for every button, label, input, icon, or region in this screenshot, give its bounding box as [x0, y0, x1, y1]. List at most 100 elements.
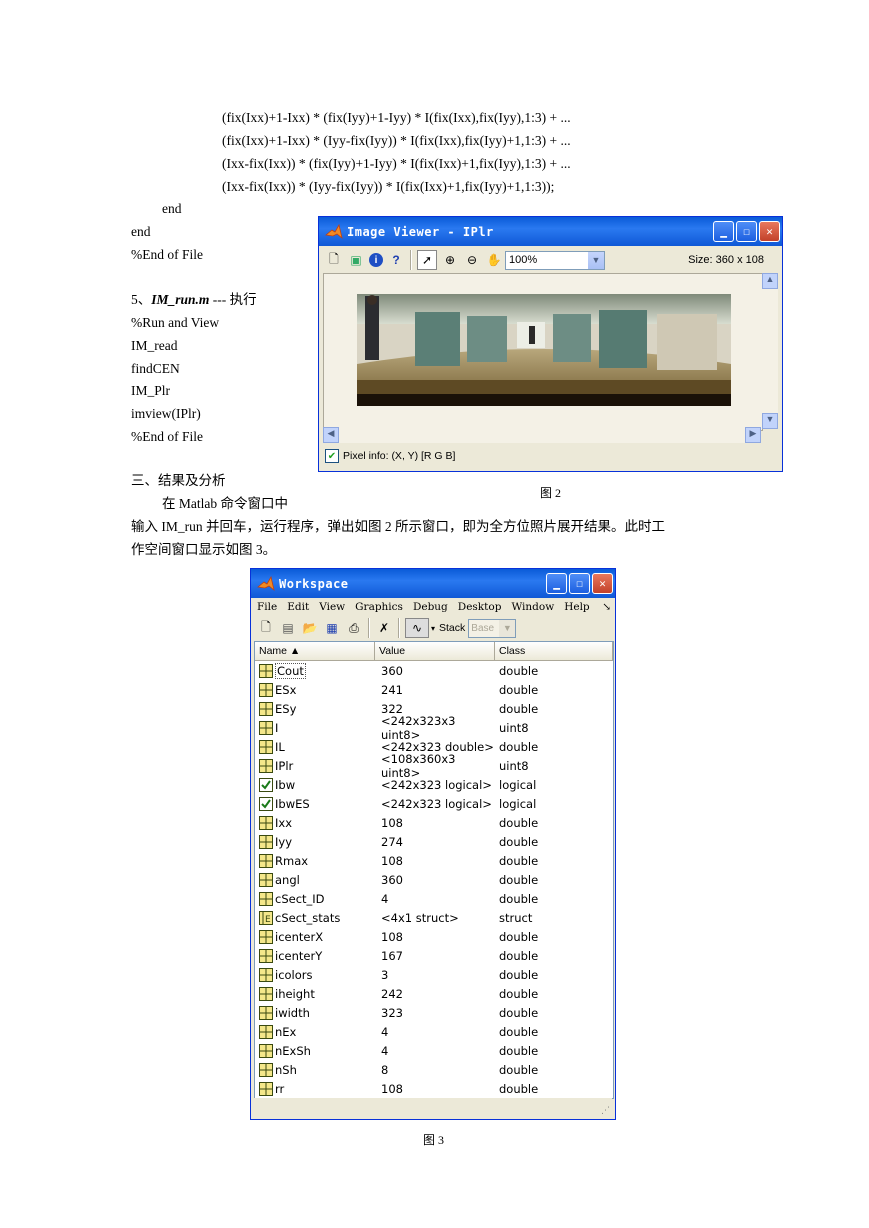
scroll-up-icon[interactable]: ▲	[762, 273, 778, 289]
table-row[interactable]: Iyy 274 double	[255, 832, 613, 851]
matrix-variable-icon	[259, 872, 275, 887]
scroll-down-icon[interactable]: ▼	[762, 413, 778, 429]
image-viewer-title: Image Viewer - IPlr	[347, 224, 494, 239]
dock-arrow-icon[interactable]: ↘	[602, 601, 611, 613]
menu-desktop[interactable]: Desktop	[458, 601, 502, 613]
paragraph-line-2: 输入 IM_run 并回车，运行程序，弹出如图 2 所示窗口，即为全方位照片展开…	[131, 519, 665, 534]
menu-graphics[interactable]: Graphics	[355, 601, 403, 613]
section5-number: 5、	[131, 292, 152, 307]
info-icon[interactable]: i	[369, 253, 383, 267]
table-row[interactable]: I <242x323x3 uint8> uint8	[255, 714, 613, 742]
menu-file[interactable]: File	[257, 601, 277, 613]
table-row[interactable]: ESx 241 double	[255, 680, 613, 699]
variable-class: double	[499, 1005, 539, 1020]
new-variable-icon[interactable]: 🗋	[257, 619, 275, 637]
menu-debug[interactable]: Debug	[413, 601, 448, 613]
column-name-header[interactable]: Name ▲	[255, 642, 375, 660]
variable-value: 360	[381, 872, 403, 887]
image-info-icon[interactable]: ▣	[347, 251, 365, 269]
vertical-scrollbar[interactable]: ▲ ▼	[762, 273, 778, 429]
variable-value: 8	[381, 1062, 389, 1077]
plot-dropdown-icon[interactable]: ▾	[431, 624, 435, 633]
variable-class: double	[499, 1024, 539, 1039]
plot-icon[interactable]: ∿	[405, 618, 429, 638]
delete-icon[interactable]: ✗	[375, 619, 393, 637]
variable-name: nExSh	[275, 1043, 311, 1058]
table-row[interactable]: nExSh 4 double	[255, 1041, 613, 1060]
variable-value: 108	[381, 929, 403, 944]
menu-help[interactable]: Help	[564, 601, 589, 613]
variable-value: 3	[381, 967, 389, 982]
import-data-icon[interactable]: ▤	[279, 619, 297, 637]
matrix-variable-icon	[259, 758, 275, 773]
table-row[interactable]: IbwES <242x323 logical> logical	[255, 794, 613, 813]
scroll-left-icon[interactable]: ◀	[323, 427, 339, 443]
maximize-button[interactable]: ☐	[736, 221, 757, 242]
minimize-button[interactable]: ▁	[546, 573, 567, 594]
menu-edit[interactable]: Edit	[287, 601, 309, 613]
print-icon[interactable]: ⎙	[345, 619, 363, 637]
maximize-button[interactable]: ☐	[569, 573, 590, 594]
image-viewer-titlebar[interactable]: Image Viewer - IPlr ▁ ☐ ✕	[319, 217, 782, 246]
menu-window[interactable]: Window	[511, 601, 554, 613]
horizontal-scrollbar[interactable]: ◀ ▶	[323, 427, 761, 443]
variable-value: 4	[381, 1043, 389, 1058]
column-class-header[interactable]: Class	[495, 642, 613, 660]
workspace-titlebar[interactable]: Workspace ▁ ☐ ✕	[251, 569, 615, 598]
variable-name: ESx	[275, 682, 297, 697]
section5-heading: 5、IM_run.m --- 执行	[131, 292, 257, 308]
matrix-variable-icon	[259, 682, 275, 697]
help-icon[interactable]: ?	[387, 251, 405, 269]
new-figure-icon[interactable]: 🗋	[325, 251, 343, 269]
table-row[interactable]: Ixx 108 double	[255, 813, 613, 832]
open-folder-icon[interactable]: 📂	[301, 619, 319, 637]
variable-class: double	[499, 815, 539, 830]
variable-value: 108	[381, 815, 403, 830]
table-row[interactable]: icenterY 167 double	[255, 946, 613, 965]
code-eof: %End of File	[131, 247, 203, 262]
table-row[interactable]: iheight 242 double	[255, 984, 613, 1003]
table-body: Cout 360 double ESx 241 double ESy 322 double I <2…	[255, 661, 613, 1098]
pointer-icon[interactable]: ➚	[417, 250, 437, 270]
table-row[interactable]: cSect_ID 4 double	[255, 889, 613, 908]
variable-value: 241	[381, 682, 403, 697]
table-row[interactable]: EcSect_stats <4x1 struct> struct	[255, 908, 613, 927]
zoom-select[interactable]: 100% ▼	[505, 250, 605, 270]
minimize-button[interactable]: ▁	[713, 221, 734, 242]
table-row[interactable]: nEx 4 double	[255, 1022, 613, 1041]
table-row[interactable]: nSh 8 double	[255, 1060, 613, 1079]
table-row[interactable]: Rmax 108 double	[255, 851, 613, 870]
status-bar: ⋰	[254, 1098, 612, 1116]
matrix-variable-icon	[259, 929, 275, 944]
stack-select[interactable]: Base ▼	[468, 618, 517, 638]
table-row[interactable]: angl 360 double	[255, 870, 613, 889]
zoom-out-icon[interactable]: ⊖	[463, 251, 481, 269]
pan-hand-icon[interactable]: ✋	[485, 251, 503, 269]
table-row[interactable]: IPlr <108x360x3 uint8> uint8	[255, 752, 613, 780]
table-row[interactable]: Ibw <242x323 logical> logical	[255, 775, 613, 794]
svg-text:E: E	[265, 915, 271, 925]
matrix-variable-icon	[259, 834, 275, 849]
table-row[interactable]: icenterX 108 double	[255, 927, 613, 946]
variable-name: rr	[275, 1081, 285, 1096]
table-row[interactable]: Cout 360 double	[255, 661, 613, 680]
variable-value: 242	[381, 986, 403, 1001]
zoom-in-icon[interactable]: ⊕	[441, 251, 459, 269]
variable-name: cSect_ID	[275, 891, 325, 906]
variable-name: Rmax	[275, 853, 309, 868]
run-line: %End of File	[131, 429, 203, 444]
pixel-info-checkbox[interactable]: ✔	[325, 449, 339, 463]
table-row[interactable]: rr 108 double	[255, 1079, 613, 1098]
resize-grip-icon[interactable]: ⋰	[601, 1105, 610, 1116]
save-icon[interactable]: ▦	[323, 619, 341, 637]
column-value-header[interactable]: Value	[375, 642, 495, 660]
table-row[interactable]: iwidth 323 double	[255, 1003, 613, 1022]
table-row[interactable]: icolors 3 double	[255, 965, 613, 984]
matrix-variable-icon	[259, 1005, 275, 1020]
scroll-right-icon[interactable]: ▶	[745, 427, 761, 443]
menu-view[interactable]: View	[319, 601, 345, 613]
close-button[interactable]: ✕	[759, 221, 780, 242]
close-button[interactable]: ✕	[592, 573, 613, 594]
matrix-variable-icon	[259, 701, 275, 716]
section5-desc: --- 执行	[209, 292, 257, 307]
